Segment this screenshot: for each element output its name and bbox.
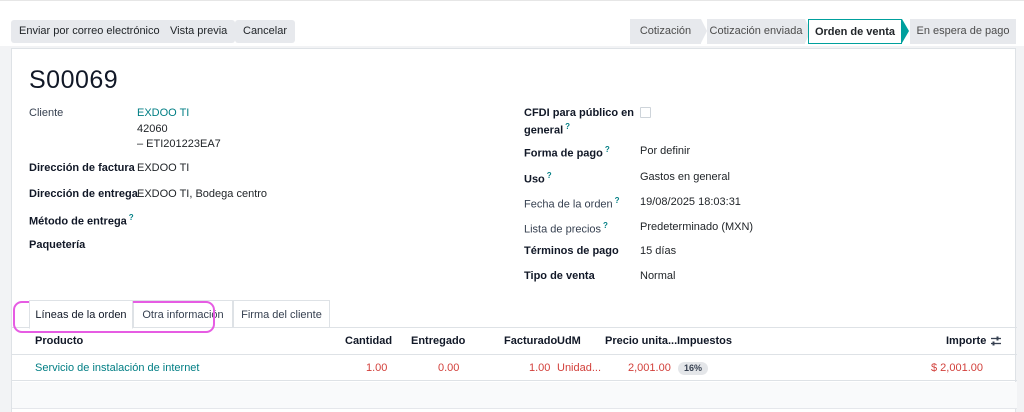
cliente-label: Cliente [29,107,64,119]
row-entregado[interactable]: 0.00 [438,355,459,381]
help-icon[interactable]: ? [615,196,620,205]
empty-row [12,382,1017,409]
lista-precios-label-text: Lista de precios [524,223,602,236]
row-udm[interactable]: Unidad... [557,355,601,381]
control-panel: Enviar por correo electrónico Vista prev… [0,0,1024,46]
help-icon[interactable]: ? [603,221,608,230]
row-facturado[interactable]: 1.00 [529,355,550,381]
fecha-value[interactable]: 19/08/2025 18:03:31 [640,196,741,208]
help-icon[interactable]: ? [605,145,610,154]
lista-precios-value[interactable]: Predeterminado (MXN) [640,221,753,233]
col-impuestos[interactable]: Impuestos [677,328,732,355]
help-icon[interactable]: ? [129,213,134,222]
cliente-rfc: – ETI201223EA7 [137,138,221,150]
factura-label: Dirección de factura [29,162,135,174]
metodo-entrega-label: Método de entrega? [29,213,134,228]
stage-separator-active [902,19,909,43]
paqueteria-label: Paquetería [29,239,86,251]
stage-cotizacion-enviada[interactable]: Cotización enviada [707,19,805,44]
fecha-label-text: Fecha de la orden [524,198,613,211]
fecha-label: Fecha de la orden? [524,196,620,211]
col-cantidad[interactable]: Cantidad [345,328,392,355]
col-udm[interactable]: UdM [557,328,581,355]
metodo-entrega-label-text: Método de entrega [29,215,127,228]
col-importe[interactable]: Importe [946,328,986,355]
forma-pago-label: Forma de pago? [524,145,610,160]
status-bar: Cotización Cotización enviada Orden de v… [630,19,1016,44]
col-entregado[interactable]: Entregado [411,328,465,355]
lista-precios-label: Lista de precios? [524,221,608,236]
cancel-button[interactable]: Cancelar [235,20,296,43]
tab-lineas-orden[interactable]: Líneas de la orden [29,300,133,329]
form-sheet: S00069 Cliente EXDOO TI 42060 – ETI20122… [11,48,1017,412]
row-precio[interactable]: 2,001.00 [628,355,671,381]
sliders-icon-svg [991,336,1001,346]
cfdi-checkbox[interactable] [640,107,651,118]
tipo-venta-label: Tipo de venta [524,270,595,282]
forma-pago-label-text: Forma de pago [524,147,603,160]
help-icon[interactable]: ? [547,171,552,180]
terminos-pago-label: Términos de pago [524,245,619,257]
tipo-venta-value[interactable]: Normal [640,270,675,282]
record-title: S00069 [29,66,119,94]
tab-firma-cliente[interactable]: Firma del cliente [233,300,330,328]
terminos-pago-value[interactable]: 15 días [640,245,676,257]
col-facturado[interactable]: Facturado [504,328,557,355]
cfdi-label-text: general [524,124,564,137]
help-icon[interactable]: ? [565,122,570,131]
entrega-value[interactable]: EXDOO TI, Bodega centro [137,188,267,200]
stage-en-espera-de-pago[interactable]: En espera de pago [910,19,1016,44]
cfdi-label-line2: general? [524,122,570,137]
stage-orden-de-venta[interactable]: Orden de venta [808,19,902,44]
col-precio-unitario[interactable]: Precio unita... [605,328,677,355]
uso-label-text: Uso [524,173,545,186]
row-cantidad[interactable]: 1.00 [366,355,387,381]
factura-value[interactable]: EXDOO TI [137,162,189,174]
sliders-icon[interactable] [990,335,1002,349]
stage-cotizacion[interactable]: Cotización [630,19,701,44]
send-email-button[interactable]: Enviar por correo electrónico [11,20,168,43]
forma-pago-value[interactable]: Por definir [640,145,690,157]
cliente-address-line: 42060 [137,123,168,135]
row-producto[interactable]: Servicio de instalación de internet [35,355,199,381]
row-importe: $ 2,001.00 [931,362,983,374]
cliente-link[interactable]: EXDOO TI [137,107,189,119]
tax-badge[interactable]: 16% [678,362,709,375]
preview-button[interactable]: Vista previa [162,20,236,43]
uso-label: Uso? [524,171,552,186]
table-row[interactable]: Servicio de instalación de internet 1.00… [12,355,1017,381]
entrega-label: Dirección de entrega [29,188,138,200]
cfdi-label-line1: CFDI para público en [524,107,635,119]
uso-value[interactable]: Gastos en general [640,171,730,183]
